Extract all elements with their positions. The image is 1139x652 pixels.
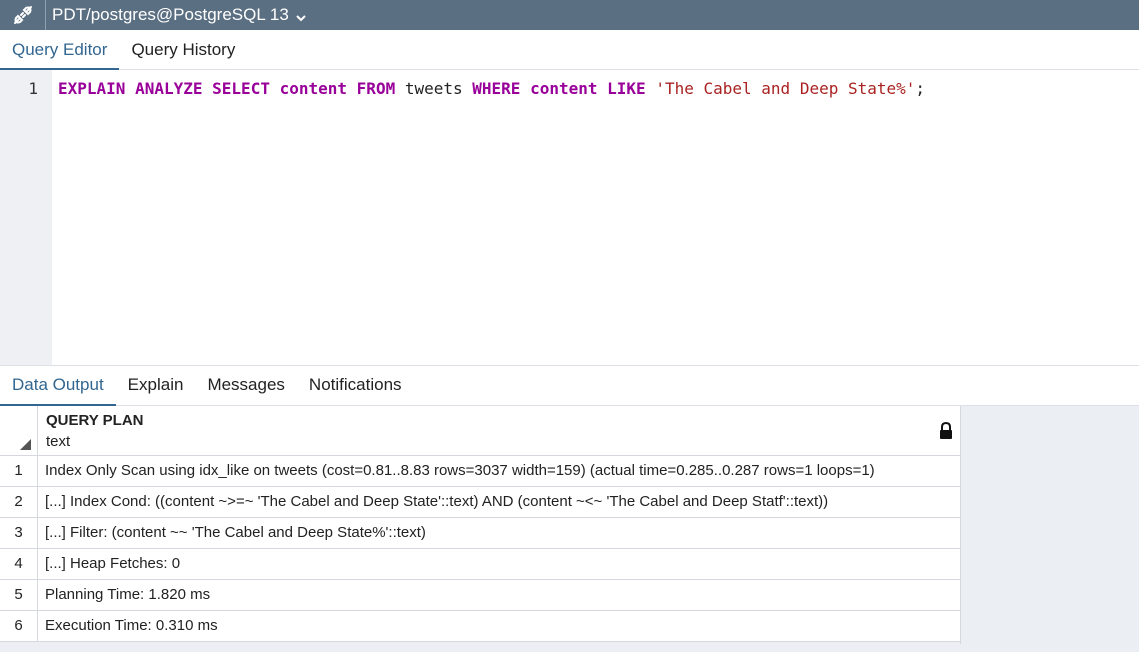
tab-explain[interactable]: Explain (116, 366, 196, 406)
table-row[interactable]: 4 [...] Heap Fetches: 0 (0, 549, 961, 580)
row-number[interactable]: 5 (0, 580, 38, 610)
connection-selector[interactable]: PDT/postgres@PostgreSQL 13 (46, 5, 307, 25)
row-number[interactable]: 2 (0, 487, 38, 517)
tab-query-editor[interactable]: Query Editor (0, 30, 120, 71)
row-number[interactable]: 3 (0, 518, 38, 548)
output-tabs: Data Output Explain Messages Notificatio… (0, 365, 1139, 407)
code-token-kw: WHERE (472, 79, 521, 98)
tab-notifications[interactable]: Notifications (297, 366, 414, 406)
row-number[interactable]: 1 (0, 456, 38, 486)
table-row[interactable]: 5 Planning Time: 1.820 ms (0, 580, 961, 611)
code-token-kw: FROM (356, 79, 396, 98)
corner-triangle-icon (20, 439, 31, 450)
line-number: 1 (28, 79, 38, 98)
code-token-kw: EXPLAIN (58, 79, 126, 98)
table-row[interactable]: 1 Index Only Scan using idx_like on twee… (0, 456, 961, 487)
tab-messages[interactable]: Messages (195, 366, 296, 406)
column-type: text (46, 433, 71, 450)
code-token-kw: content (279, 79, 348, 98)
connection-plug-icon[interactable] (0, 0, 46, 30)
editor-tabs: Query Editor Query History (0, 30, 1139, 71)
code-token-kw: SELECT (212, 79, 270, 98)
query-plan-cell[interactable]: Index Only Scan using idx_like on tweets… (45, 456, 875, 486)
results-grid: QUERY PLAN text 1 Index Only Scan using … (0, 406, 1139, 652)
code-token-kw: LIKE (607, 79, 646, 98)
tab-query-history[interactable]: Query History (119, 30, 247, 70)
table-row[interactable]: 3 [...] Filter: (content ~~ 'The Cabel a… (0, 518, 961, 549)
column-header-query-plan[interactable]: QUERY PLAN text (38, 406, 961, 456)
query-plan-cell[interactable]: [...] Index Cond: ((content ~>=~ 'The Ca… (45, 487, 828, 517)
connection-bar: PDT/postgres@PostgreSQL 13 (0, 0, 1139, 30)
query-plan-cell[interactable]: [...] Heap Fetches: 0 (45, 549, 180, 579)
code-token-kw: content (530, 79, 598, 98)
table-row[interactable]: 2 [...] Index Cond: ((content ~>=~ 'The … (0, 487, 961, 518)
chevron-down-icon (295, 9, 307, 22)
tab-data-output[interactable]: Data Output (0, 366, 116, 407)
query-plan-cell[interactable]: Execution Time: 0.310 ms (45, 611, 218, 641)
code-token-kw: ANALYZE (135, 79, 203, 98)
table-row[interactable]: 6 Execution Time: 0.310 ms (0, 611, 961, 642)
code-token-plain: ; (915, 79, 926, 98)
sql-editor[interactable]: 1 EXPLAIN ANALYZE SELECT content FROM tw… (0, 70, 1139, 365)
row-number[interactable]: 4 (0, 549, 38, 579)
column-name: QUERY PLAN (46, 412, 144, 429)
row-number[interactable]: 6 (0, 611, 38, 641)
code-token-str: 'The Cabel and Deep State%' (655, 79, 916, 98)
line-gutter: 1 (0, 70, 52, 365)
query-plan-cell[interactable]: [...] Filter: (content ~~ 'The Cabel and… (45, 518, 426, 548)
code-line[interactable]: EXPLAIN ANALYZE SELECT content FROM twee… (58, 79, 925, 98)
lock-icon (938, 421, 954, 440)
grid-divider (960, 456, 961, 644)
select-all-corner[interactable] (0, 406, 38, 456)
code-token-plain: tweets (395, 79, 473, 98)
connection-title: PDT/postgres@PostgreSQL 13 (52, 5, 289, 24)
grid-header: QUERY PLAN text (0, 406, 961, 456)
query-plan-cell[interactable]: Planning Time: 1.820 ms (45, 580, 210, 610)
